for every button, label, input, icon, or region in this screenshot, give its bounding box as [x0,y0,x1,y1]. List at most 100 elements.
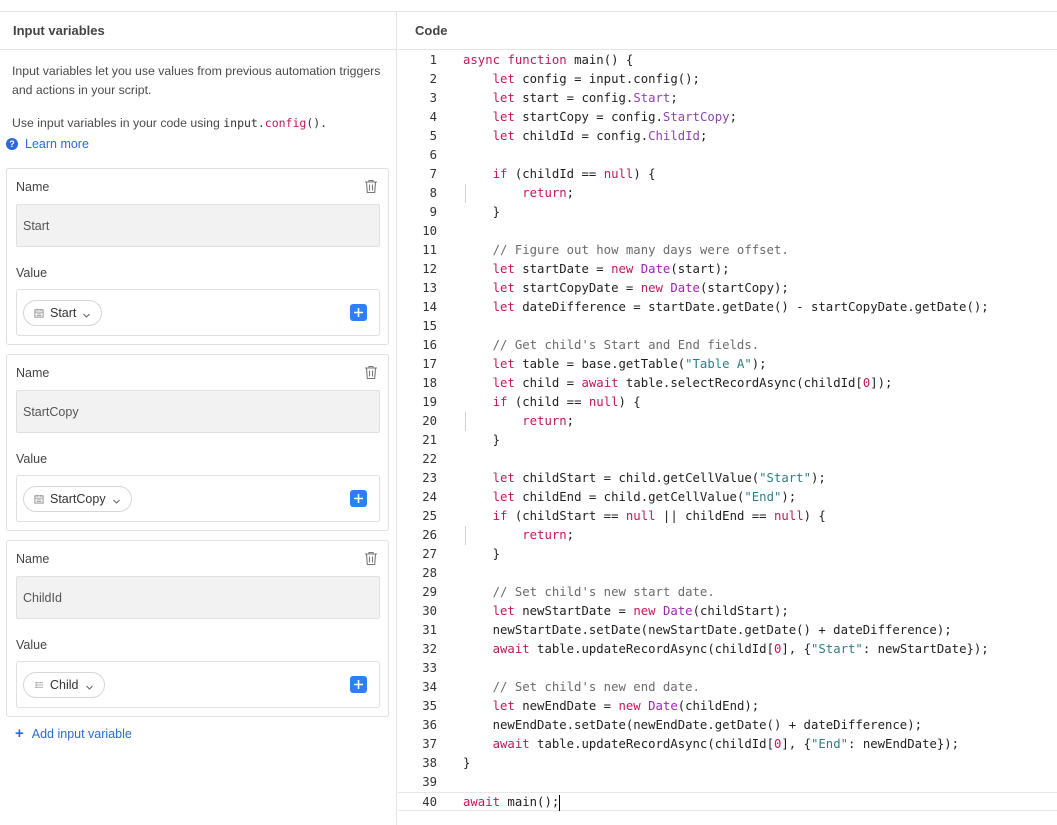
code-line[interactable]: 24 let childEnd = child.getCellValue("En… [398,488,1057,507]
code-line[interactable]: 8 return; [398,184,1057,203]
variable-value-field: StartCopy [16,475,380,522]
plus-icon [353,493,364,504]
code-text: let newEndDate = new Date(childEnd); [492,699,760,713]
line-number: 32 [422,642,437,656]
value-token-dropdown[interactable]: Child [23,672,105,698]
value-token-label: Start [50,306,77,320]
code-line[interactable]: 40 await main(); [398,792,1057,811]
variable-name-input[interactable]: ChildId [16,576,380,619]
trash-icon[interactable] [364,179,378,194]
code-line[interactable]: 31 newStartDate.setDate(newStartDate.get… [398,621,1057,640]
code-line[interactable]: 10 [398,222,1057,241]
code-line[interactable]: 4 let startCopy = config.StartCopy; [398,108,1057,127]
code-line[interactable]: 37 await table.updateRecordAsync(childId… [398,735,1057,754]
code-line[interactable]: 36 newEndDate.setDate(newEndDate.getDate… [398,716,1057,735]
code-text: async function main() { [463,53,634,67]
line-number: 20 [422,414,437,428]
line-number: 9 [429,205,437,219]
code-text: if (childId == null) { [492,167,656,181]
code-text: let newStartDate = new Date(childStart); [492,604,789,618]
code-line[interactable]: 19 if (child == null) { [398,393,1057,412]
code-title: Code [398,12,1057,50]
code-line[interactable]: 11 // Figure out how many days were offs… [398,241,1057,260]
code-line[interactable]: 35 let newEndDate = new Date(childEnd); [398,697,1057,716]
description-text: Input variables let you use values from … [12,64,381,97]
line-number: 16 [422,338,437,352]
code-line[interactable]: 23 let childStart = child.getCellValue("… [398,469,1057,488]
insert-value-button[interactable] [350,304,367,321]
code-text: // Get child's Start and End fields. [492,338,760,352]
insert-value-button[interactable] [350,490,367,507]
code-line[interactable]: 2 let config = input.config(); [398,70,1057,89]
code-text: } [463,205,501,219]
code-line[interactable]: 13 let startCopyDate = new Date(startCop… [398,279,1057,298]
code-line[interactable]: 33 [398,659,1057,678]
chevron-down-icon [112,495,121,504]
code-line[interactable]: 6 [398,146,1057,165]
code-line[interactable]: 34 // Set child's new end date. [398,678,1057,697]
code-panel: Code 1 async function main() {2 let confi… [398,12,1057,825]
line-number: 26 [422,528,437,542]
value-token-label: Child [50,678,79,692]
code-line[interactable]: 1 async function main() { [398,51,1057,70]
code-line[interactable]: 21 } [398,431,1057,450]
code-line[interactable]: 38} [398,754,1057,773]
value-token-dropdown[interactable]: StartCopy [23,486,132,512]
code-text: let childEnd = child.getCellValue("End")… [492,490,797,504]
input-variables-panel: Input variables Input variables let you … [0,12,397,825]
line-number: 28 [422,566,437,580]
chevron-down-icon [85,681,94,690]
code-line[interactable]: 20 return; [398,412,1057,431]
variable-name-input[interactable]: StartCopy [16,390,380,433]
code-text: let childId = config.ChildId; [492,129,708,143]
code-line[interactable]: 14 let dateDifference = startDate.getDat… [398,298,1057,317]
code-line[interactable]: 26 return; [398,526,1057,545]
input-variables-description: Input variables let you use values from … [0,50,396,133]
code-text: await table.updateRecordAsync(childId[0]… [492,642,989,656]
code-line[interactable]: 7 if (childId == null) { [398,165,1057,184]
line-number: 34 [422,680,437,694]
code-text: } [463,433,501,447]
learn-more-link[interactable]: ? Learn more [6,137,396,151]
code-line[interactable]: 12 let startDate = new Date(start); [398,260,1057,279]
code-line[interactable]: 18 let child = await table.selectRecordA… [398,374,1057,393]
code-line[interactable]: 16 // Get child's Start and End fields. [398,336,1057,355]
code-editor[interactable]: 1 async function main() {2 let config = i… [398,51,1057,811]
add-input-variable-button[interactable]: + Add input variable [15,726,132,741]
code-text: if (childStart == null || childEnd == nu… [492,509,826,523]
code-line[interactable]: 28 [398,564,1057,583]
plus-icon [353,679,364,690]
code-line[interactable]: 27 } [398,545,1057,564]
variable-value-field: Start [16,289,380,336]
code-text: let startCopy = config.StartCopy; [492,110,737,124]
code-line[interactable]: 29 // Set child's new start date. [398,583,1057,602]
code-text: } [463,756,471,770]
trash-icon[interactable] [364,365,378,380]
code-line[interactable]: 9 } [398,203,1057,222]
code-line[interactable]: 15 [398,317,1057,336]
code-text: return; [522,528,575,542]
code-text: return; [522,186,575,200]
line-number: 27 [422,547,437,561]
variable-name-input[interactable]: Start [16,204,380,247]
code-line[interactable]: 3 let start = config.Start; [398,89,1057,108]
code-line[interactable]: 5 let childId = config.ChildId; [398,127,1057,146]
code-line[interactable]: 22 [398,450,1057,469]
value-token-dropdown[interactable]: Start [23,300,103,326]
code-line[interactable]: 17 let table = base.getTable("Table A"); [398,355,1057,374]
learn-more-label: Learn more [25,137,89,151]
code-line[interactable]: 39 [398,773,1057,792]
value-label: Value [16,266,48,280]
code-text: if (child == null) { [492,395,641,409]
trash-icon[interactable] [364,551,378,566]
line-number: 14 [422,300,437,314]
code-text: let childStart = child.getCellValue("Sta… [492,471,826,485]
line-number: 10 [422,224,437,238]
insert-value-button[interactable] [350,676,367,693]
line-number: 39 [422,775,437,789]
help-icon: ? [6,138,18,150]
code-line[interactable]: 32 await table.updateRecordAsync(childId… [398,640,1057,659]
line-number: 11 [422,243,437,257]
code-line[interactable]: 25 if (childStart == null || childEnd ==… [398,507,1057,526]
code-line[interactable]: 30 let newStartDate = new Date(childStar… [398,602,1057,621]
